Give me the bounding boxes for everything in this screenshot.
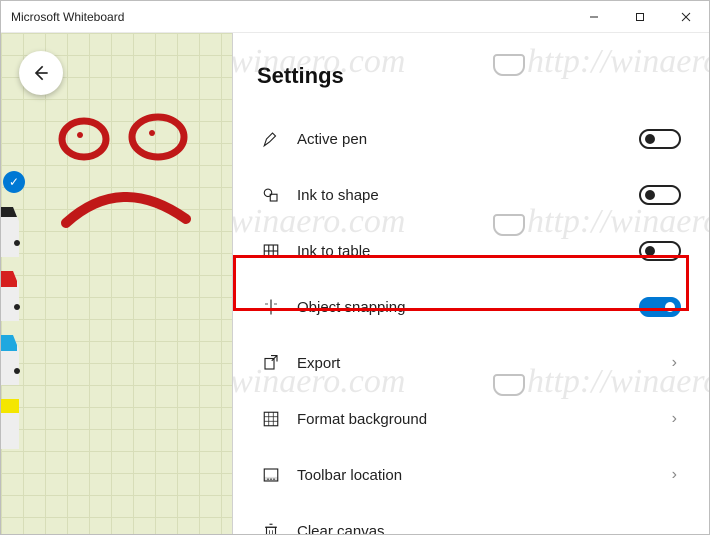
setting-label: Toolbar location <box>297 467 672 484</box>
setting-active-pen[interactable]: Active pen <box>249 111 689 167</box>
trash-icon <box>257 522 285 534</box>
setting-format-background[interactable]: Format background › <box>249 391 689 447</box>
window-controls <box>571 1 709 32</box>
setting-label: Clear canvas <box>297 523 681 535</box>
snapping-icon <box>257 298 285 316</box>
toggle-object-snapping[interactable] <box>639 297 681 317</box>
setting-ink-to-table[interactable]: Ink to table <box>249 223 689 279</box>
setting-label: Object snapping <box>297 299 639 316</box>
toggle-ink-to-table[interactable] <box>639 241 681 261</box>
back-button[interactable] <box>19 51 63 95</box>
maximize-button[interactable] <box>617 1 663 32</box>
highlighter-tool-yellow[interactable] <box>1 399 25 449</box>
setting-object-snapping[interactable]: Object snapping <box>249 279 689 335</box>
app-window: Microsoft Whiteboard <box>0 0 710 535</box>
setting-label: Format background <box>297 411 672 428</box>
toggle-ink-to-shape[interactable] <box>639 185 681 205</box>
chevron-right-icon: › <box>672 354 681 372</box>
shapes-icon <box>257 186 285 204</box>
setting-clear-canvas[interactable]: Clear canvas <box>249 503 689 534</box>
whiteboard-canvas[interactable]: ✓ <box>1 33 233 534</box>
minimize-button[interactable] <box>571 1 617 32</box>
export-icon <box>257 354 285 372</box>
toolbar-icon <box>257 466 285 484</box>
chevron-right-icon: › <box>672 410 681 428</box>
settings-panel: http://winaero.com http://winaero.com ht… <box>233 33 709 534</box>
setting-export[interactable]: Export › <box>249 335 689 391</box>
titlebar: Microsoft Whiteboard <box>1 1 709 33</box>
table-icon <box>257 242 285 260</box>
check-icon: ✓ <box>3 171 25 193</box>
grid-icon <box>257 410 285 428</box>
setting-toolbar-location[interactable]: Toolbar location › <box>249 447 689 503</box>
settings-heading: Settings <box>249 63 689 89</box>
pen-icon <box>257 130 285 148</box>
setting-label: Export <box>297 355 672 372</box>
pen-tool-black[interactable] <box>1 207 25 257</box>
pen-toolbar: ✓ <box>1 171 25 449</box>
setting-label: Ink to table <box>297 243 639 260</box>
setting-label: Active pen <box>297 131 639 148</box>
pen-tool-red[interactable] <box>1 271 25 321</box>
toggle-active-pen[interactable] <box>639 129 681 149</box>
window-title: Microsoft Whiteboard <box>1 10 124 24</box>
content-area: ✓ http://winaero.com http://wina <box>1 33 709 534</box>
tool-selection[interactable]: ✓ <box>3 171 25 193</box>
setting-label: Ink to shape <box>297 187 639 204</box>
setting-ink-to-shape[interactable]: Ink to shape <box>249 167 689 223</box>
chevron-right-icon: › <box>672 466 681 484</box>
drawing-sad-face <box>56 113 216 263</box>
close-button[interactable] <box>663 1 709 32</box>
pen-tool-blue[interactable] <box>1 335 25 385</box>
